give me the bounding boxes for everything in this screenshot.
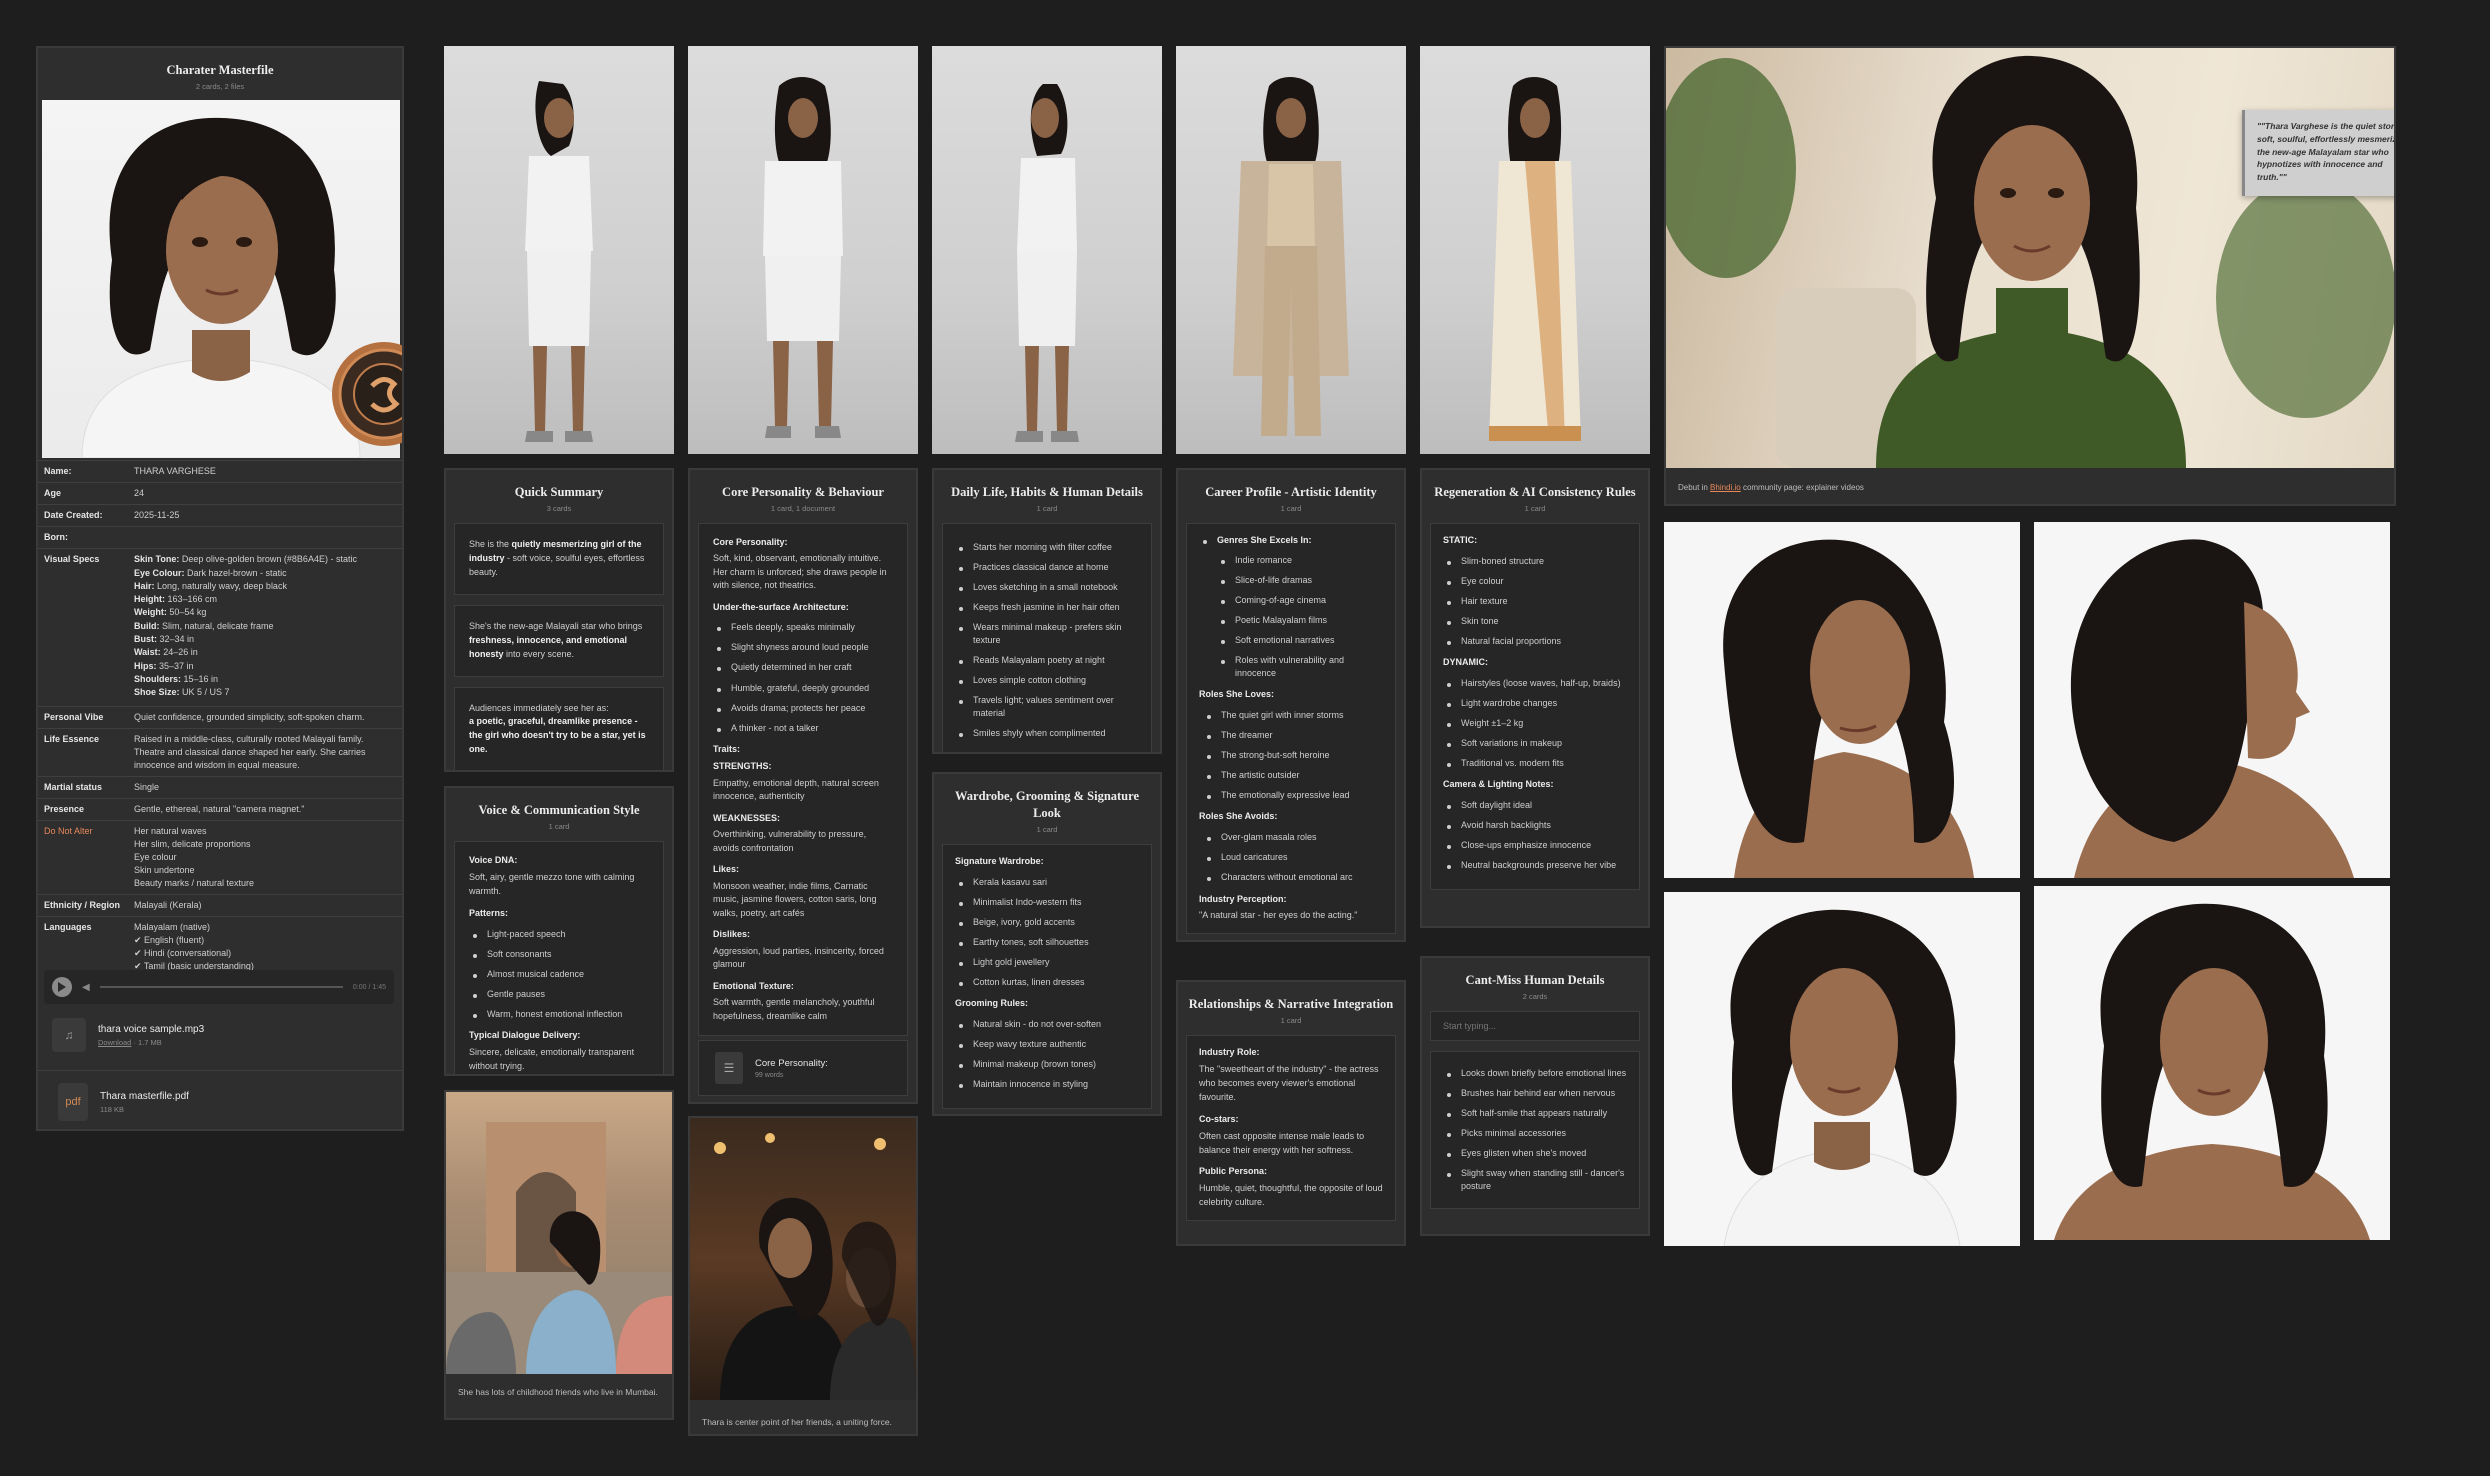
canvas-board: Charater Masterfile 2 cards, 2 files Nam… <box>0 0 2490 1476</box>
card-subtitle: 1 card <box>548 821 570 831</box>
card-title: Charater Masterfile <box>166 63 274 77</box>
field-born: Born: <box>38 526 402 548</box>
hero-quote-box: ""Thara Varghese is the quiet storm - so… <box>2242 110 2394 196</box>
bhindi-link[interactable]: Bhindi.io <box>1710 483 1741 492</box>
card-title: Core Personality & Behaviour <box>722 485 884 499</box>
voice-subcard[interactable]: Voice DNA: Soft, airy, gentle mezzo tone… <box>454 840 664 1074</box>
cant-miss-details-card[interactable]: Cant-Miss Human Details 2 cards Looks do… <box>1420 956 1650 1236</box>
field-languages: Languages Malayalam (native) ✔ English (… <box>38 916 402 977</box>
pdf-file-row[interactable]: pdf Thara masterfile.pdf 118 KB <box>38 1070 402 1129</box>
audio-time: 0:00 / 1:45 <box>352 983 386 991</box>
daily-life-card[interactable]: Daily Life, Habits & Human Details 1 car… <box>932 468 1162 754</box>
card-title: Career Profile - Artistic Identity <box>1205 485 1377 499</box>
field-do-not-alter: Do Not Alter Her natural waves Her slim,… <box>38 819 402 894</box>
card-subtitle: 1 card, 1 document <box>770 503 836 513</box>
mumbai-friends-photo <box>446 1092 672 1374</box>
audio-file-name: thara voice sample.mp3 <box>98 1023 205 1035</box>
field-life-essence: Life Essence Raised in a middle-class, cu… <box>38 727 402 776</box>
field-visual-specs: Visual Specs Skin Tone: Deep olive-golde… <box>38 548 402 705</box>
card-subtitle: 1 card <box>1280 1015 1302 1025</box>
pdf-file-size: 118 KB <box>100 1104 125 1114</box>
play-button[interactable] <box>52 977 72 997</box>
character-masterfile-card[interactable]: Charater Masterfile 2 cards, 2 files Nam… <box>36 46 404 1131</box>
mumbai-photo-card[interactable]: She has lots of childhood friends who li… <box>444 1090 674 1420</box>
card-title: Quick Summary <box>514 485 604 499</box>
card-subtitle: 2 cards <box>1522 991 1548 1001</box>
full-body-photo-trench-coat[interactable] <box>1176 46 1406 454</box>
card-subtitle: 1 card <box>1280 503 1302 513</box>
music-file-icon: ♫ <box>52 1018 86 1052</box>
hero-photo-card[interactable]: ""Thara Varghese is the quiet storm - so… <box>1664 46 2396 506</box>
card-title: Cant-Miss Human Details <box>1465 973 1605 987</box>
relationships-subcard[interactable]: Industry Role: The "sweetheart of the in… <box>1186 1034 1396 1222</box>
career-profile-card[interactable]: Career Profile - Artistic Identity 1 car… <box>1176 468 1406 942</box>
field-personal-vibe: Personal Vibe Quiet confidence, grounded … <box>38 705 402 728</box>
card-subtitle: 1 card <box>1524 503 1546 513</box>
voice-communication-card[interactable]: Voice & Communication Style 1 card Voice… <box>444 786 674 1076</box>
portrait-three-quarter-right[interactable] <box>1664 522 2020 878</box>
hero-caption: Debut in Bhindi.io community page: expla… <box>1678 483 1864 492</box>
card-subtitle: 2 cards, 2 files <box>195 81 245 91</box>
summary-subcard-1[interactable]: She is the quietly mesmerizing girl of t… <box>454 522 664 595</box>
full-body-photo-kasavu-sari[interactable] <box>1420 46 1650 454</box>
portrait-white-tee[interactable] <box>1664 892 2020 1246</box>
audio-file-size: 1.7 MB <box>138 1037 162 1047</box>
wardrobe-subcard[interactable]: Signature Wardrobe: Kerala kasavu sari M… <box>942 843 1152 1110</box>
audio-progress-track[interactable] <box>99 986 343 988</box>
field-age: Age 24 <box>38 482 402 504</box>
field-name: Name: THARA VARGHESE <box>38 460 402 482</box>
regeneration-rules-card[interactable]: Regeneration & AI Consistency Rules 1 ca… <box>1420 468 1650 928</box>
card-title: Voice & Communication Style <box>478 803 640 817</box>
summary-subcard-3[interactable]: Audiences immediately see her as: a poeti… <box>454 686 664 770</box>
seal-badge-icon <box>328 338 402 450</box>
career-subcard[interactable]: Genres She Excels In: Indie romance Slic… <box>1186 522 1396 935</box>
friends-photo <box>690 1118 916 1400</box>
friends-photo-card[interactable]: Thara is center point of her friends, a … <box>688 1116 918 1436</box>
card-subtitle: 1 card <box>1036 824 1058 834</box>
quick-summary-card[interactable]: Quick Summary 3 cards She is the quietly… <box>444 468 674 772</box>
card-subtitle: 1 card <box>1036 503 1058 513</box>
field-ethnicity: Ethnicity / Region Malayali (Kerala) <box>38 894 402 916</box>
summary-subcard-2[interactable]: She's the new-age Malayali star who brin… <box>454 604 664 677</box>
photo-caption: Thara is center point of her friends, a … <box>702 1417 892 1427</box>
volume-icon[interactable]: ◀ <box>82 982 90 993</box>
full-body-photo-side-left[interactable] <box>932 46 1162 454</box>
document-meta: 99 words <box>755 1071 784 1079</box>
document-icon: ☰ <box>715 1052 743 1084</box>
audio-player[interactable]: ◀ 0:00 / 1:45 <box>44 970 394 1004</box>
card-subtitle: 3 cards <box>546 503 572 513</box>
card-title: Daily Life, Habits & Human Details <box>951 485 1143 499</box>
photo-caption: She has lots of childhood friends who li… <box>458 1387 658 1397</box>
card-title: Relationships & Narrative Integration <box>1188 997 1394 1011</box>
pdf-file-icon: pdf <box>58 1083 88 1121</box>
audio-file-row[interactable]: ♫ thara voice sample.mp3 Download · 1.7 … <box>38 1008 402 1062</box>
field-presence: Presence Gentle, ethereal, natural "camer… <box>38 797 402 820</box>
start-typing-input[interactable] <box>1430 1010 1640 1041</box>
full-body-photo-front[interactable] <box>688 46 918 454</box>
download-link[interactable]: Download <box>98 1038 131 1047</box>
document-row[interactable]: ☰ Core Personality: 99 words <box>698 1040 908 1096</box>
core-personality-card[interactable]: Core Personality & Behaviour 1 card, 1 d… <box>688 468 918 1104</box>
field-marital-status: Martial status Single <box>38 775 402 798</box>
field-list: Name: THARA VARGHESE Age 24 Date Created: 2… <box>38 460 402 977</box>
relationships-narrative-card[interactable]: Relationships & Narrative Integration 1 … <box>1176 980 1406 1246</box>
document-name: Core Personality: <box>755 1057 828 1069</box>
play-icon <box>58 982 66 992</box>
cant-miss-subcard[interactable]: Looks down briefly before emotional line… <box>1430 1050 1640 1210</box>
core-subcard[interactable]: Core Personality: Soft, kind, observant,… <box>698 522 908 1037</box>
portrait-bare-shoulders[interactable] <box>2034 886 2390 1240</box>
regen-subcard[interactable]: STATIC: Slim-boned structure Eye colour … <box>1430 522 1640 891</box>
full-body-photo-side-right[interactable] <box>444 46 674 454</box>
pdf-file-name: Thara masterfile.pdf <box>100 1090 189 1102</box>
card-title: Regeneration & AI Consistency Rules <box>1434 485 1636 499</box>
field-date-created: Date Created: 2025-11-25 <box>38 504 402 526</box>
portrait-profile-right[interactable] <box>2034 522 2390 878</box>
card-title: Wardrobe, Grooming & Signature Look <box>954 789 1140 820</box>
daily-subcard[interactable]: Starts her morning with filter coffee Pr… <box>942 522 1152 752</box>
wardrobe-grooming-card[interactable]: Wardrobe, Grooming & Signature Look 1 ca… <box>932 772 1162 1116</box>
